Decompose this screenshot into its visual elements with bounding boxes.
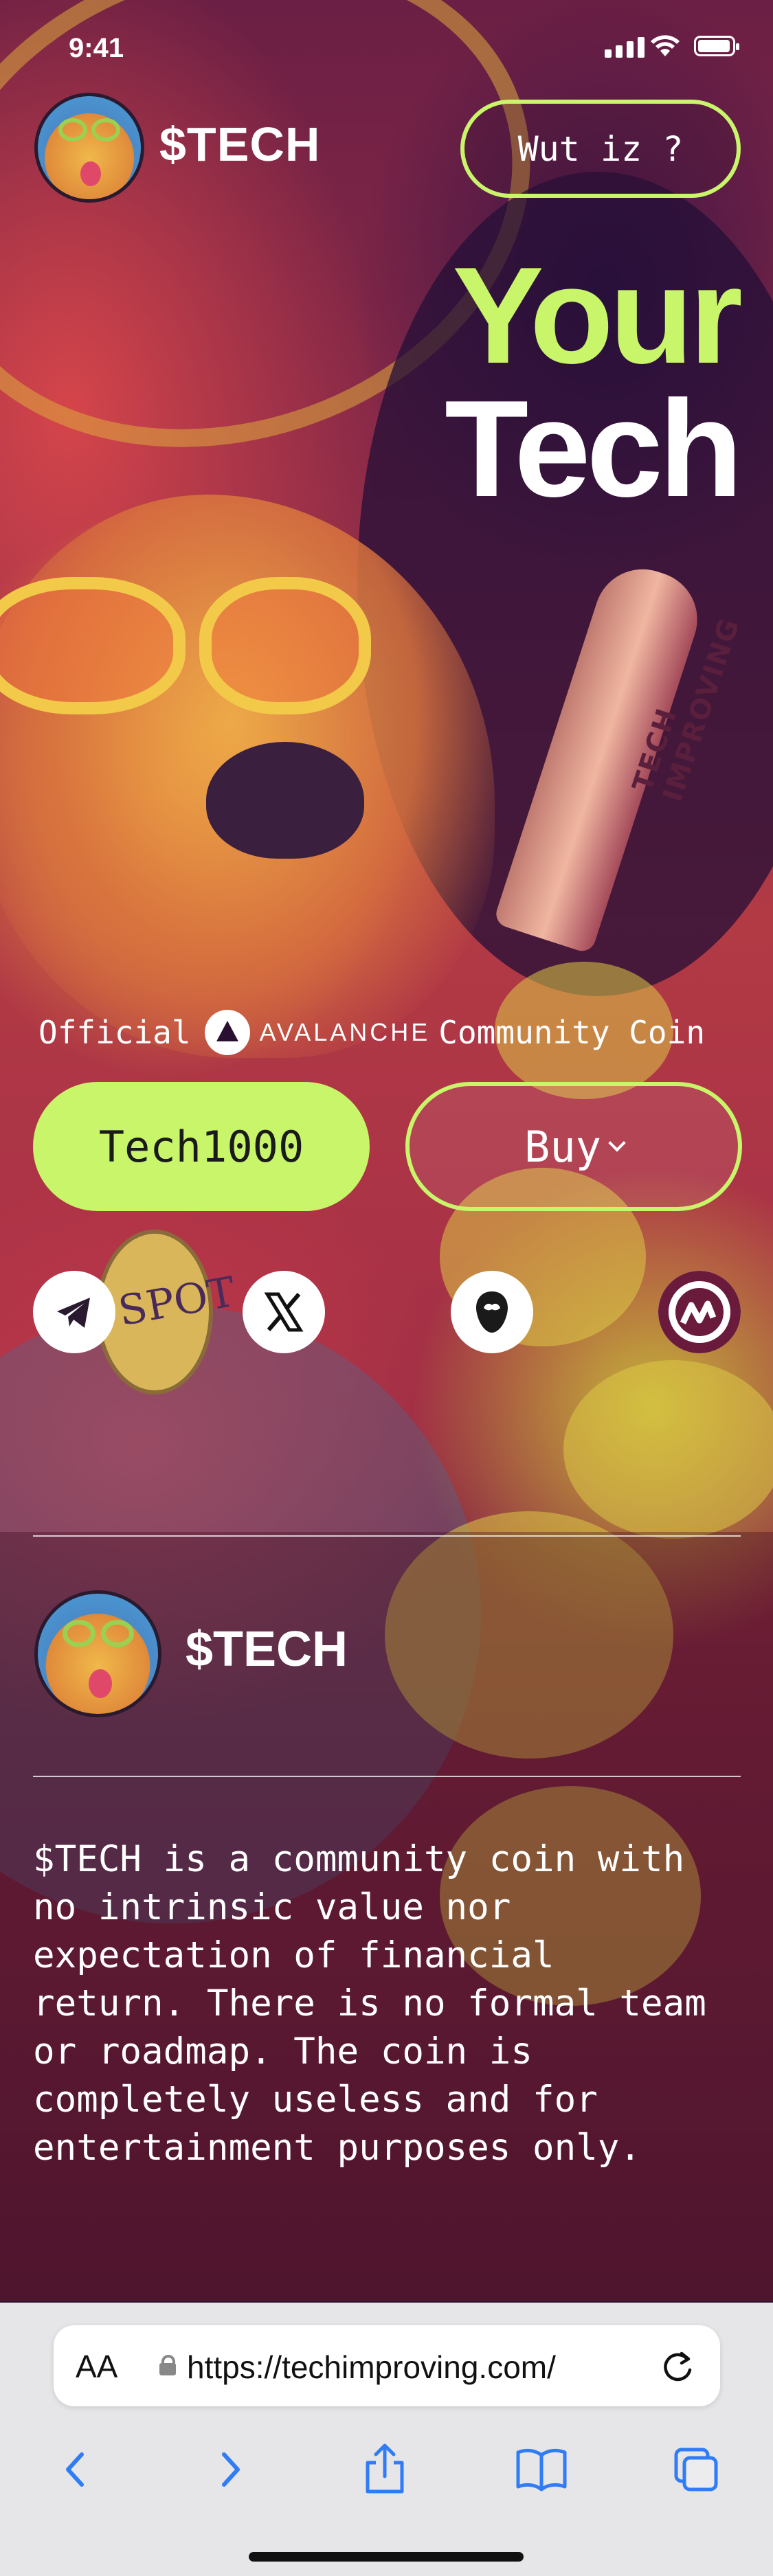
forward-button[interactable]	[203, 2442, 258, 2497]
ticker-button[interactable]: Tech1000	[33, 1082, 370, 1211]
share-button[interactable]	[357, 2442, 412, 2497]
back-button[interactable]	[48, 2442, 103, 2497]
dog-goggles-right	[199, 577, 371, 714]
aa-label: AA	[76, 2349, 118, 2384]
smoke-cloud	[563, 1360, 773, 1539]
wifi-icon	[651, 35, 680, 56]
avalanche-wordmark: AVALANCHE	[259, 1018, 431, 1046]
battery-icon	[694, 36, 739, 56]
buy-label: Buy	[524, 1121, 601, 1172]
official-prefix: Official	[38, 1014, 191, 1051]
book-icon	[516, 2448, 567, 2492]
bookmarks-button[interactable]	[514, 2442, 569, 2497]
dog-goggles-left	[0, 577, 186, 714]
cellular-signal-icon	[605, 36, 645, 58]
reload-icon[interactable]	[660, 2349, 695, 2385]
url-text[interactable]: https://techimproving.com/	[187, 2349, 556, 2386]
divider	[33, 1776, 741, 1777]
social-links	[33, 1271, 741, 1353]
home-indicator	[249, 2552, 524, 2562]
brand-name[interactable]: $TECH	[159, 117, 320, 172]
chevron-right-icon	[222, 2452, 240, 2487]
wut-iz-button[interactable]: Wut iz ?	[460, 100, 741, 198]
telegram-icon[interactable]	[33, 1271, 115, 1353]
section-brand-name: $TECH	[186, 1622, 348, 1677]
chevron-left-icon	[66, 2452, 84, 2487]
share-icon	[366, 2443, 404, 2494]
chevron-down-icon	[608, 1134, 626, 1152]
tech-logo-avatar-large	[34, 1590, 161, 1717]
buy-dropdown-button[interactable]: Buy	[405, 1082, 742, 1211]
hero-headline: Your Tech	[445, 239, 743, 526]
dog-nose	[206, 742, 364, 859]
tabs-icon	[674, 2448, 718, 2492]
divider	[33, 1535, 741, 1537]
hero-line-2: Tech	[445, 372, 743, 526]
coinmarketcap-icon[interactable]	[658, 1271, 741, 1353]
status-time: 9:41	[69, 33, 124, 63]
dexscreener-icon[interactable]	[451, 1271, 533, 1353]
official-avalanche-line: Official AVALANCHE Community Coin	[38, 1008, 739, 1057]
lock-icon	[159, 2355, 176, 2375]
tabs-button[interactable]	[669, 2442, 724, 2497]
tech-logo-avatar[interactable]	[34, 93, 144, 203]
disclaimer-text: $TECH is a community coin with no intrin…	[33, 1838, 706, 2169]
official-suffix: Community Coin	[438, 1014, 706, 1051]
avalanche-logo-icon	[204, 1010, 250, 1055]
status-bar: 9:41	[0, 0, 773, 96]
x-icon[interactable]	[243, 1271, 325, 1353]
hero-line-1: Your	[452, 239, 743, 392]
text-size-button[interactable]: AA	[76, 2348, 117, 2385]
